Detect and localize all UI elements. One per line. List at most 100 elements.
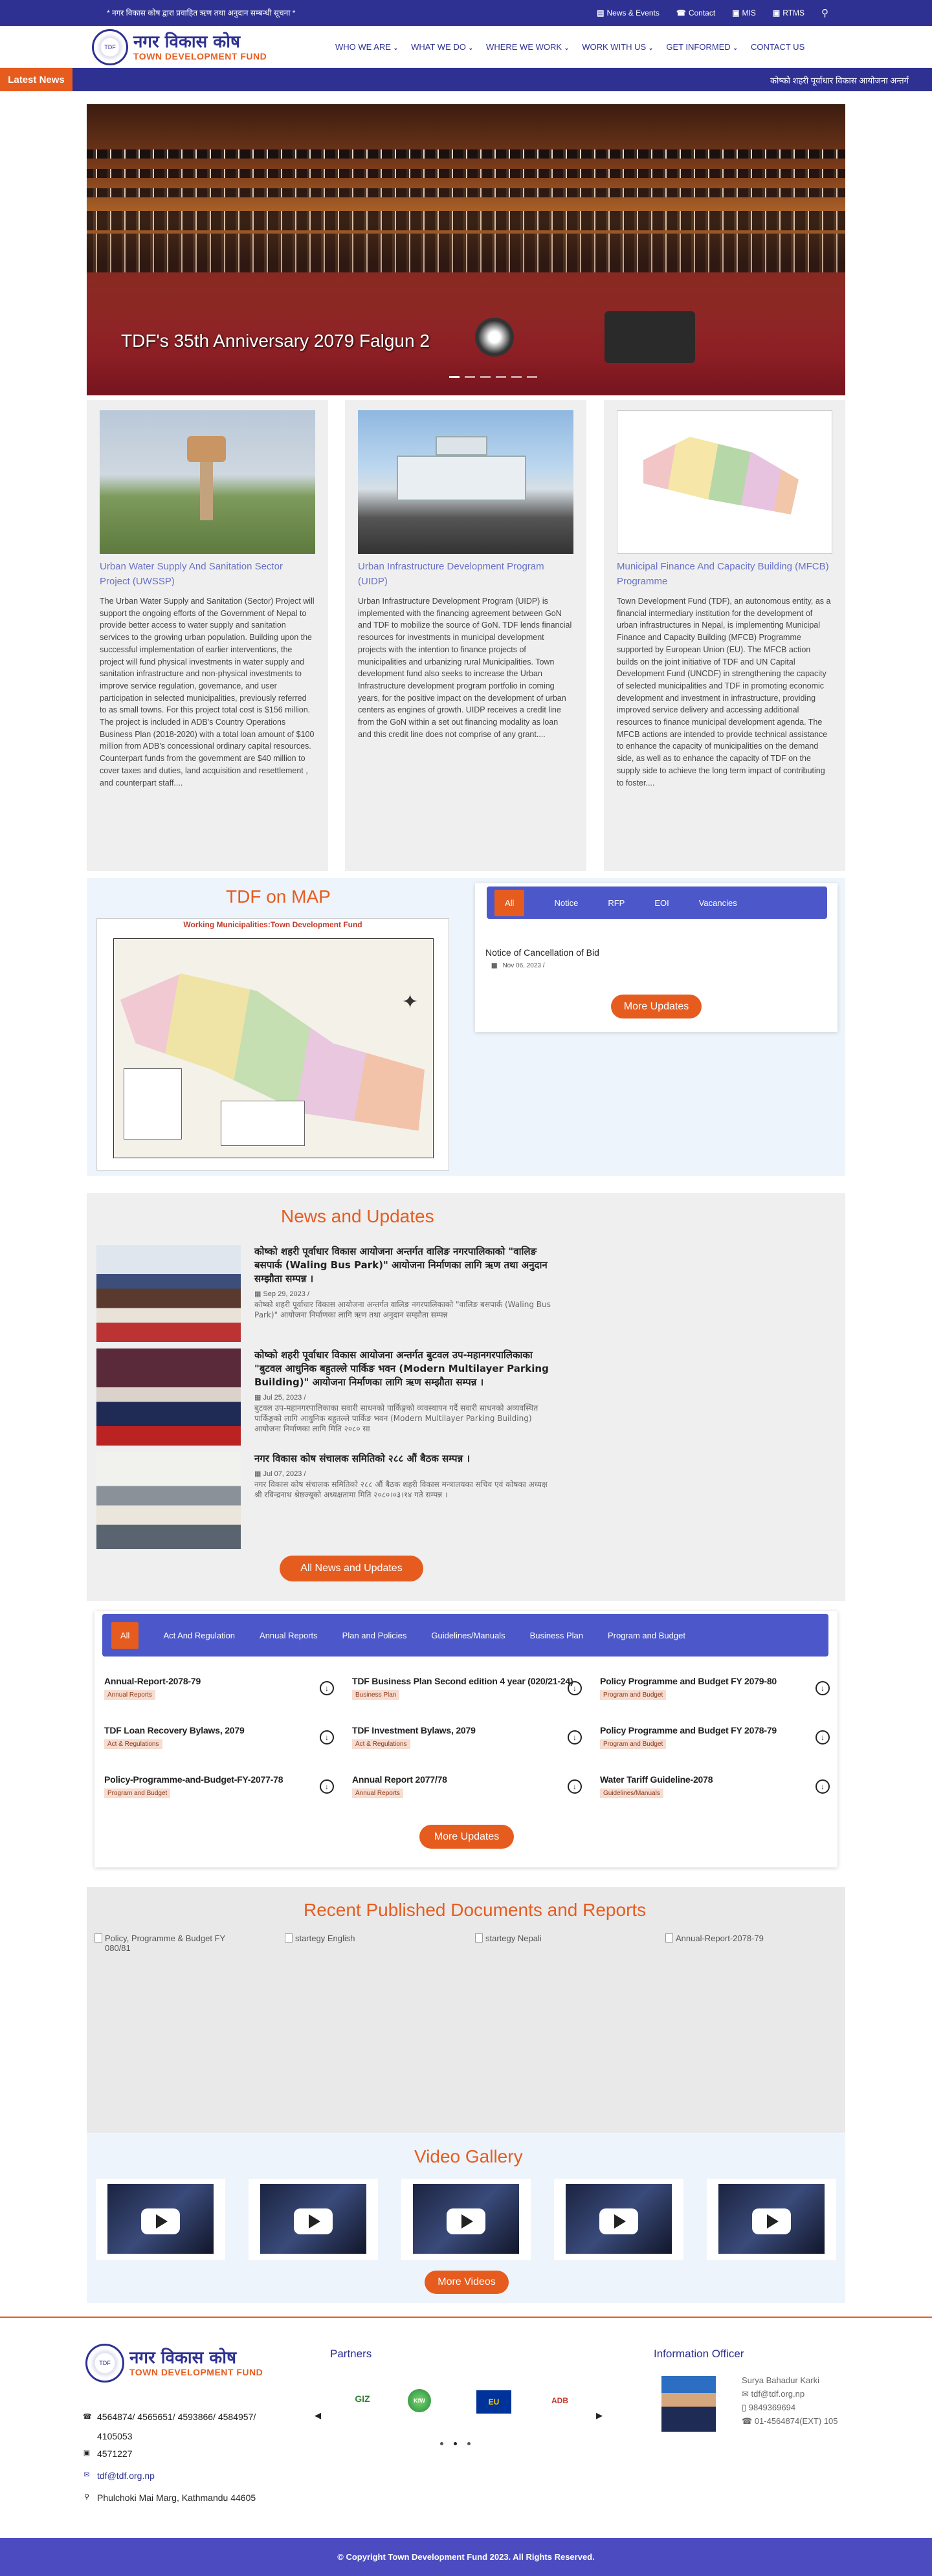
project-title[interactable]: Urban Water Supply And Sanitation Sector… — [100, 559, 315, 589]
download-icon[interactable]: ↓ — [320, 1681, 334, 1695]
search-icon[interactable]: ⚲ — [821, 7, 828, 19]
download-icon[interactable]: ↓ — [816, 1681, 830, 1695]
tab-all[interactable]: All — [494, 889, 525, 916]
rtms-link[interactable]: ▣ RTMS — [773, 7, 804, 19]
download-icon[interactable]: ↓ — [816, 1730, 830, 1745]
news-excerpt: कोष्को शहरी पूर्वाधार विकास आयोजना अन्तर… — [254, 1300, 551, 1319]
more-videos-button[interactable]: More Videos — [425, 2271, 509, 2294]
contact-link[interactable]: ☎ Contact — [676, 7, 715, 19]
recent-document-image[interactable]: Policy, Programme & Budget FY 080/81 — [94, 1933, 230, 1959]
section-title: News and Updates — [281, 1206, 434, 1226]
recent-document-image[interactable]: startegy English — [285, 1933, 421, 1959]
download-icon[interactable]: ↓ — [816, 1779, 830, 1794]
footer-logo[interactable]: TDF नगर विकास कोष TOWN DEVELOPMENT FUND — [85, 2344, 263, 2383]
document-tag: Program and Budget — [600, 1690, 667, 1700]
news-image — [96, 1452, 241, 1549]
working-municipalities-map[interactable]: Working Municipalities:Town Development … — [96, 918, 449, 1171]
project-card-uwssp[interactable]: Urban Water Supply And Sanitation Sector… — [87, 400, 328, 871]
site-logo[interactable]: TDF नगर विकास कोष TOWN DEVELOPMENT FUND — [92, 29, 267, 65]
tab-notice[interactable]: Notice — [554, 898, 578, 908]
slider-indicators[interactable] — [449, 376, 537, 378]
tab-vacancies[interactable]: Vacancies — [699, 898, 737, 908]
document-item[interactable]: Annual-Report-2078-79 Annual Reports ↓ — [104, 1676, 334, 1708]
mis-link[interactable]: ▣ MIS — [732, 7, 756, 19]
chevron-left-icon[interactable]: ◂ — [315, 2407, 321, 2423]
partner-logo[interactable]: GIZ — [343, 2390, 382, 2407]
project-title[interactable]: Urban Infrastructure Development Program… — [358, 559, 573, 589]
document-item[interactable]: Policy Programme and Budget FY 2079-80 Pr… — [600, 1676, 830, 1708]
more-updates-button[interactable]: More Updates — [611, 995, 702, 1018]
news-headline[interactable]: कोष्को शहरी पूर्वाधार विकास आयोजना अन्तर… — [254, 1349, 552, 1389]
footer-email[interactable]: ✉ tdf@tdf.org.np — [83, 2471, 155, 2481]
tab-business-plan[interactable]: Business Plan — [530, 1631, 583, 1640]
notice-title[interactable]: Notice of Cancellation of Bid — [485, 947, 599, 958]
play-icon[interactable] — [294, 2208, 333, 2234]
play-icon[interactable] — [599, 2208, 638, 2234]
all-news-button[interactable]: All News and Updates — [280, 1556, 423, 1581]
footer-address: ⚲ Phulchoki Mai Marg, Kathmandu 44605 — [83, 2493, 256, 2503]
news-headline[interactable]: कोष्को शहरी पूर्वाधार विकास आयोजना अन्तर… — [254, 1245, 552, 1286]
download-icon[interactable]: ↓ — [568, 1730, 582, 1745]
nav-get-informed[interactable]: GET INFORMED ⌄ — [666, 42, 738, 52]
recent-document-image[interactable]: startegy Nepali — [475, 1933, 611, 1959]
download-icon[interactable]: ↓ — [568, 1681, 582, 1695]
slide-photo — [87, 149, 845, 159]
document-item[interactable]: Policy Programme and Budget FY 2078-79 Pr… — [600, 1725, 830, 1757]
project-card-mfcb[interactable]: Municipal Finance And Capacity Building … — [604, 400, 845, 871]
download-icon[interactable]: ↓ — [320, 1779, 334, 1794]
chevron-right-icon[interactable]: ▸ — [596, 2407, 603, 2423]
nav-work-with-us[interactable]: WORK WITH US ⌄ — [582, 42, 653, 52]
nav-who-we-are[interactable]: WHO WE ARE ⌄ — [335, 42, 398, 52]
document-item[interactable]: Policy-Programme-and-Budget-FY-2077-78 Pr… — [104, 1774, 334, 1807]
video-thumbnail[interactable] — [249, 2179, 378, 2260]
nav-where-we-work[interactable]: WHERE WE WORK ⌄ — [486, 42, 569, 52]
download-icon[interactable]: ↓ — [320, 1730, 334, 1745]
partner-logo[interactable]: ADB — [544, 2393, 576, 2408]
document-item[interactable]: TDF Business Plan Second edition 4 year … — [352, 1676, 582, 1708]
tab-rfp[interactable]: RFP — [608, 898, 625, 908]
officer-photo — [661, 2376, 716, 2432]
tab-guidelines-manuals[interactable]: Guidelines/Manuals — [431, 1631, 505, 1640]
nav-contact-us[interactable]: CONTACT US — [751, 42, 804, 52]
more-updates-button[interactable]: More Updates — [419, 1825, 514, 1849]
tab-act-regulation[interactable]: Act And Regulation — [163, 1631, 235, 1640]
news-headline[interactable]: नगर विकास कोष संचालक समितिको २८८ औं बैठक… — [254, 1452, 552, 1466]
play-icon[interactable] — [447, 2208, 485, 2234]
document-item[interactable]: TDF Loan Recovery Bylaws, 2079 Act & Regu… — [104, 1725, 334, 1757]
latest-news-ticker[interactable]: कोष्को शहरी पूर्वाधार विकास आयोजना अन्तर… — [770, 74, 909, 86]
tab-plan-policies[interactable]: Plan and Policies — [342, 1631, 407, 1640]
video-thumbnail[interactable] — [707, 2179, 836, 2260]
project-title[interactable]: Municipal Finance And Capacity Building … — [617, 559, 832, 589]
video-thumbnail[interactable] — [401, 2179, 531, 2260]
tab-eoi[interactable]: EOI — [654, 898, 669, 908]
document-item[interactable]: Annual Report 2077/78 Annual Reports ↓ — [352, 1774, 582, 1807]
latest-news-bar: Latest News कोष्को शहरी पूर्वाधार विकास … — [0, 68, 932, 91]
video-gallery-section: Video Gallery More Videos — [87, 2133, 845, 2303]
section-title: Recent Published Documents and Reports — [304, 1900, 647, 1920]
document-item[interactable]: TDF Investment Bylaws, 2079 Act & Regulat… — [352, 1725, 582, 1757]
nav-what-we-do[interactable]: WHAT WE DO ⌄ — [411, 42, 473, 52]
site-header: TDF नगर विकास कोष TOWN DEVELOPMENT FUND … — [0, 26, 932, 68]
chevron-down-icon: ⌄ — [648, 45, 654, 51]
eu-flag-logo[interactable]: EU — [476, 2390, 511, 2414]
tab-program-budget[interactable]: Program and Budget — [608, 1631, 685, 1640]
officer-email[interactable]: ✉ tdf@tdf.org.np — [742, 2387, 838, 2401]
play-icon[interactable] — [752, 2208, 791, 2234]
partner-logo[interactable]: KfW — [408, 2389, 431, 2412]
partner-carousel-dots[interactable] — [440, 2442, 471, 2445]
broken-image-icon — [475, 1933, 483, 1943]
chevron-down-icon: ⌄ — [733, 45, 738, 51]
document-item[interactable]: Water Tariff Guideline-2078 Guidelines/Ma… — [600, 1774, 830, 1807]
hero-slider[interactable]: TDF's 35th Anniversary 2079 Falgun 2 — [87, 104, 845, 395]
news-events-link[interactable]: ▤ News & Events — [597, 7, 660, 19]
tab-all[interactable]: All — [111, 1622, 139, 1649]
project-description: Town Development Fund (TDF), an autonomo… — [617, 597, 831, 787]
play-icon[interactable] — [141, 2208, 180, 2234]
download-icon[interactable]: ↓ — [568, 1779, 582, 1794]
recent-document-image[interactable]: Annual-Report-2078-79 — [665, 1933, 801, 1959]
project-card-uidp[interactable]: Urban Infrastructure Development Program… — [345, 400, 586, 871]
tab-annual-reports[interactable]: Annual Reports — [260, 1631, 318, 1640]
brand-name-en: TOWN DEVELOPMENT FUND — [133, 51, 267, 61]
video-thumbnail[interactable] — [96, 2179, 225, 2260]
video-thumbnail[interactable] — [554, 2179, 683, 2260]
